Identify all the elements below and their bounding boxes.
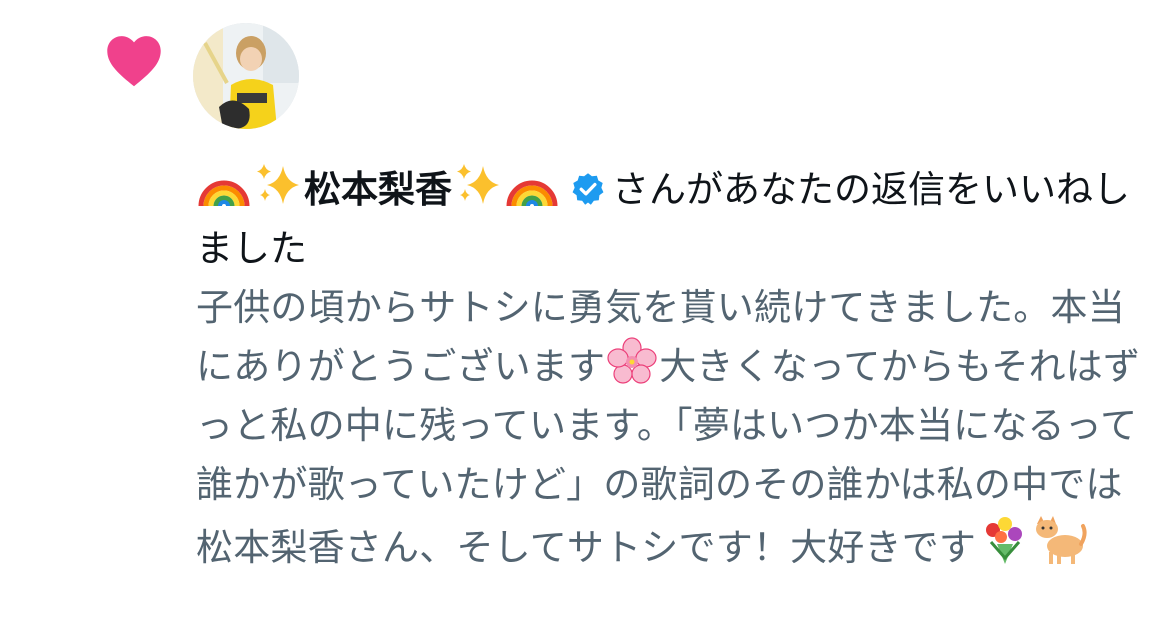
- sparkles-emoji: [453, 162, 503, 208]
- rainbow-emoji: [197, 164, 251, 208]
- heart-icon: [103, 32, 165, 88]
- cat-emoji: [1031, 514, 1087, 566]
- rainbow-emoji: [505, 164, 559, 208]
- like-notification[interactable]: 松本梨香 さんがあなたの返信をいいねしました 子供の頃からサトシに勇気を貰い続け…: [0, 0, 1170, 640]
- user-avatar[interactable]: [193, 23, 299, 129]
- user-display-name[interactable]: 松本梨香: [304, 168, 452, 211]
- sparkles-emoji: [253, 162, 303, 208]
- verified-badge-icon: [570, 171, 606, 207]
- notification-headline: 松本梨香 さんがあなたの返信をいいねしました: [196, 160, 1146, 278]
- bouquet-emoji: [977, 514, 1029, 566]
- liked-reply-text[interactable]: 子供の頃からサトシに勇気を貰い続けてきました。本当にありがとうございます 大きく…: [196, 278, 1146, 577]
- notification-content: 松本梨香 さんがあなたの返信をいいねしました 子供の頃からサトシに勇気を貰い続け…: [196, 160, 1146, 577]
- cherry-blossom-emoji: [606, 337, 658, 385]
